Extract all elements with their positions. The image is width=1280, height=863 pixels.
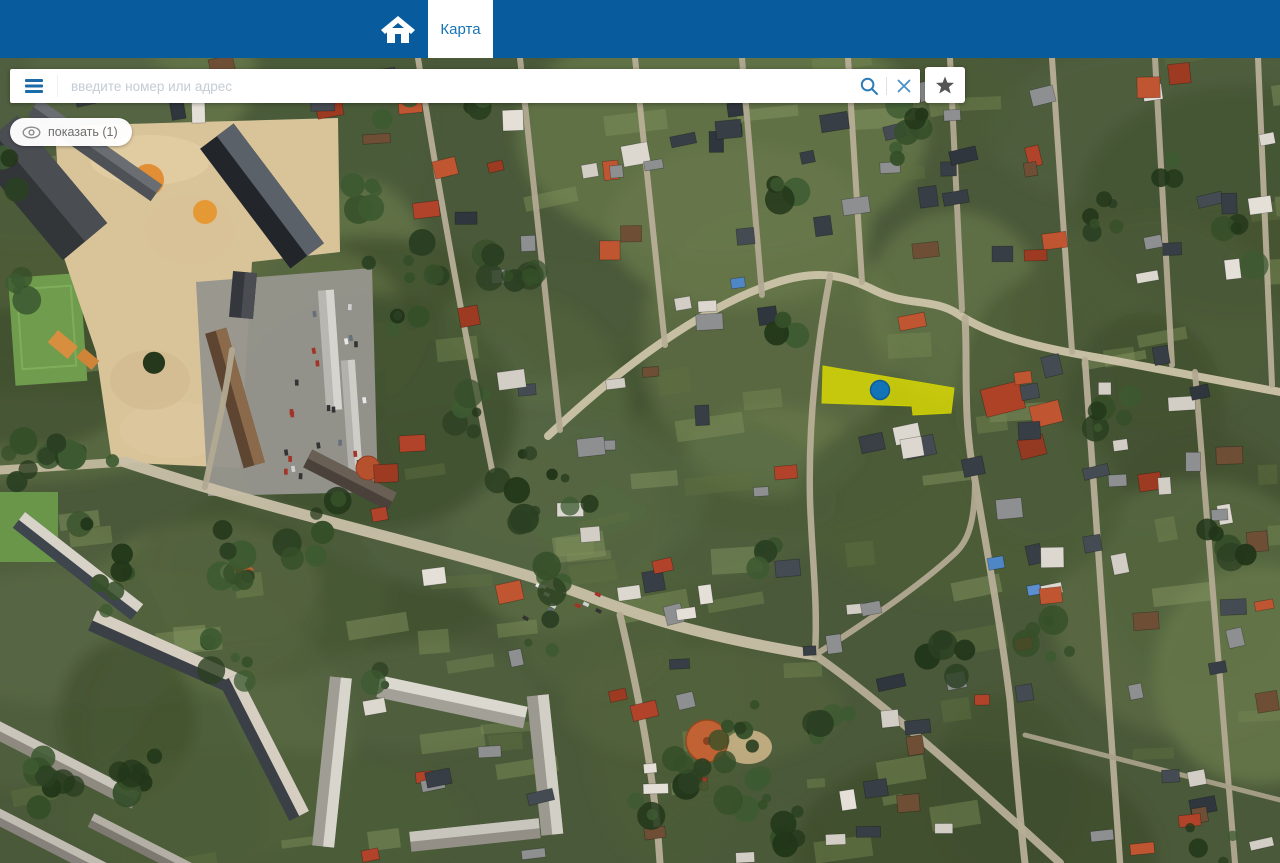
- search-bar: [10, 69, 920, 103]
- search-divider-right: [886, 77, 887, 95]
- parcel-marker[interactable]: [869, 379, 891, 401]
- satellite-map[interactable]: [0, 58, 1280, 863]
- tab-map[interactable]: Карта: [428, 0, 493, 58]
- home-icon: [381, 16, 415, 43]
- menu-button[interactable]: [10, 69, 57, 103]
- close-icon: [897, 79, 911, 93]
- search-icon: [860, 77, 878, 95]
- search-button[interactable]: [853, 69, 885, 103]
- show-objects-button[interactable]: показать (1): [10, 118, 132, 146]
- show-objects-label: показать (1): [48, 125, 118, 139]
- map-viewport[interactable]: показать (1): [0, 58, 1280, 863]
- map-application: Карта введите номер или адрес показать (…: [0, 0, 1280, 863]
- search-input[interactable]: [58, 69, 853, 103]
- star-icon: [936, 76, 954, 93]
- clear-search-button[interactable]: [888, 69, 920, 103]
- eye-icon: [22, 125, 41, 139]
- top-bar: Карта: [0, 0, 1280, 58]
- tab-map-label: Карта: [440, 20, 481, 38]
- favorites-button[interactable]: [925, 67, 965, 103]
- menu-icon: [24, 79, 43, 93]
- home-button[interactable]: [370, 0, 426, 58]
